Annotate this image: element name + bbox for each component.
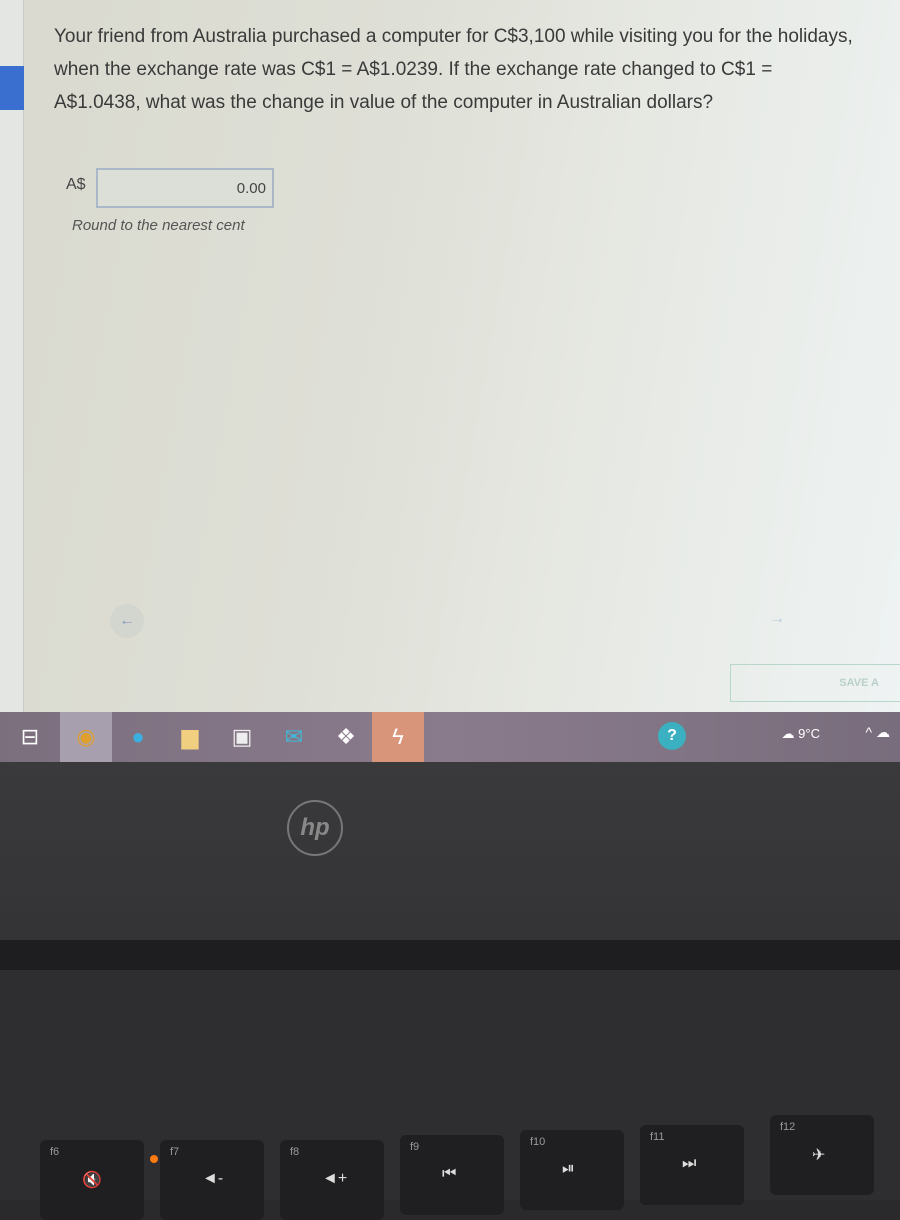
task-view-icon: ⊟ bbox=[20, 724, 40, 749]
key-f8[interactable]: f8 ◄+ bbox=[280, 1140, 384, 1220]
key-label: f12 bbox=[780, 1121, 796, 1133]
task-view-button[interactable]: ⊟ bbox=[0, 712, 60, 762]
key-label: f10 bbox=[530, 1136, 546, 1148]
key-f10[interactable]: f10 ⏯ bbox=[520, 1130, 624, 1210]
chevron-up-icon: ^ bbox=[865, 724, 873, 740]
left-sidebar bbox=[0, 0, 24, 712]
rounding-hint: Round to the nearest cent bbox=[72, 217, 245, 234]
key-function-icon: ◄- bbox=[202, 1170, 224, 1187]
cloud-icon: ☁ bbox=[781, 726, 795, 741]
onedrive-icon: ☁ bbox=[876, 724, 890, 740]
weather-widget[interactable]: ☁ 9°C bbox=[782, 726, 820, 742]
key-label: f6 bbox=[50, 1146, 60, 1158]
laptop-bezel bbox=[0, 762, 900, 962]
edge-icon: ● bbox=[131, 724, 145, 749]
taskbar: ⊟ ◉ ● ▆ ▣ ✉ ❖ ϟ bbox=[0, 712, 900, 762]
chrome-icon: ◉ bbox=[76, 724, 96, 749]
help-icon[interactable]: ? bbox=[658, 722, 686, 750]
taskbar-chrome[interactable]: ◉ bbox=[60, 712, 112, 762]
key-label: f7 bbox=[170, 1146, 180, 1158]
key-f9[interactable]: f9 ⏮ bbox=[400, 1135, 504, 1215]
key-label: f9 bbox=[410, 1141, 420, 1153]
key-function-icon: ⏮ bbox=[442, 1165, 457, 1182]
previous-button[interactable]: ← bbox=[110, 604, 144, 638]
answer-input[interactable]: 0.00 bbox=[96, 168, 274, 208]
taskbar-lightning-app[interactable]: ϟ bbox=[372, 712, 424, 762]
question-text: Your friend from Australia purchased a c… bbox=[54, 26, 853, 113]
arrow-left-icon: ← bbox=[119, 612, 135, 629]
folder-icon: ▆ bbox=[181, 724, 199, 749]
mail-icon: ✉ bbox=[284, 724, 304, 749]
taskbar-file-explorer[interactable]: ▆ bbox=[164, 712, 216, 762]
dropbox-icon: ❖ bbox=[336, 724, 356, 749]
key-function-icon: ✈ bbox=[812, 1147, 826, 1164]
next-button[interactable]: → bbox=[762, 604, 792, 634]
key-f11[interactable]: f11 ⏭ bbox=[640, 1125, 744, 1205]
lightning-icon: ϟ bbox=[392, 724, 404, 749]
save-button[interactable]: SAVE A bbox=[730, 664, 900, 702]
laptop-hinge bbox=[0, 940, 900, 970]
key-function-icon: 🔇 bbox=[82, 1172, 102, 1189]
taskbar-edge[interactable]: ● bbox=[112, 712, 164, 762]
sidebar-active-indicator bbox=[0, 66, 24, 110]
hp-logo: hp bbox=[287, 800, 343, 856]
mute-led bbox=[150, 1155, 158, 1163]
taskbar-dropbox[interactable]: ❖ bbox=[320, 712, 372, 762]
key-f7[interactable]: f7 ◄- bbox=[160, 1140, 264, 1220]
taskbar-mail[interactable]: ✉ bbox=[268, 712, 320, 762]
key-f6[interactable]: f6 🔇 bbox=[40, 1140, 144, 1220]
system-tray[interactable]: ^ ☁ bbox=[866, 724, 890, 741]
key-function-icon: ◄+ bbox=[322, 1170, 348, 1187]
arrow-right-icon: → bbox=[769, 610, 785, 627]
taskbar-store[interactable]: ▣ bbox=[216, 712, 268, 762]
key-function-icon: ⏭ bbox=[682, 1155, 697, 1172]
temperature: 9°C bbox=[798, 726, 820, 741]
currency-label: A$ bbox=[66, 176, 86, 193]
key-f12[interactable]: f12 ✈ bbox=[770, 1115, 874, 1195]
store-icon: ▣ bbox=[231, 724, 253, 749]
key-function-icon: ⏯ bbox=[562, 1160, 575, 1177]
key-label: f11 bbox=[650, 1131, 665, 1143]
key-label: f8 bbox=[290, 1146, 300, 1158]
screen: Your friend from Australia purchased a c… bbox=[0, 0, 900, 712]
